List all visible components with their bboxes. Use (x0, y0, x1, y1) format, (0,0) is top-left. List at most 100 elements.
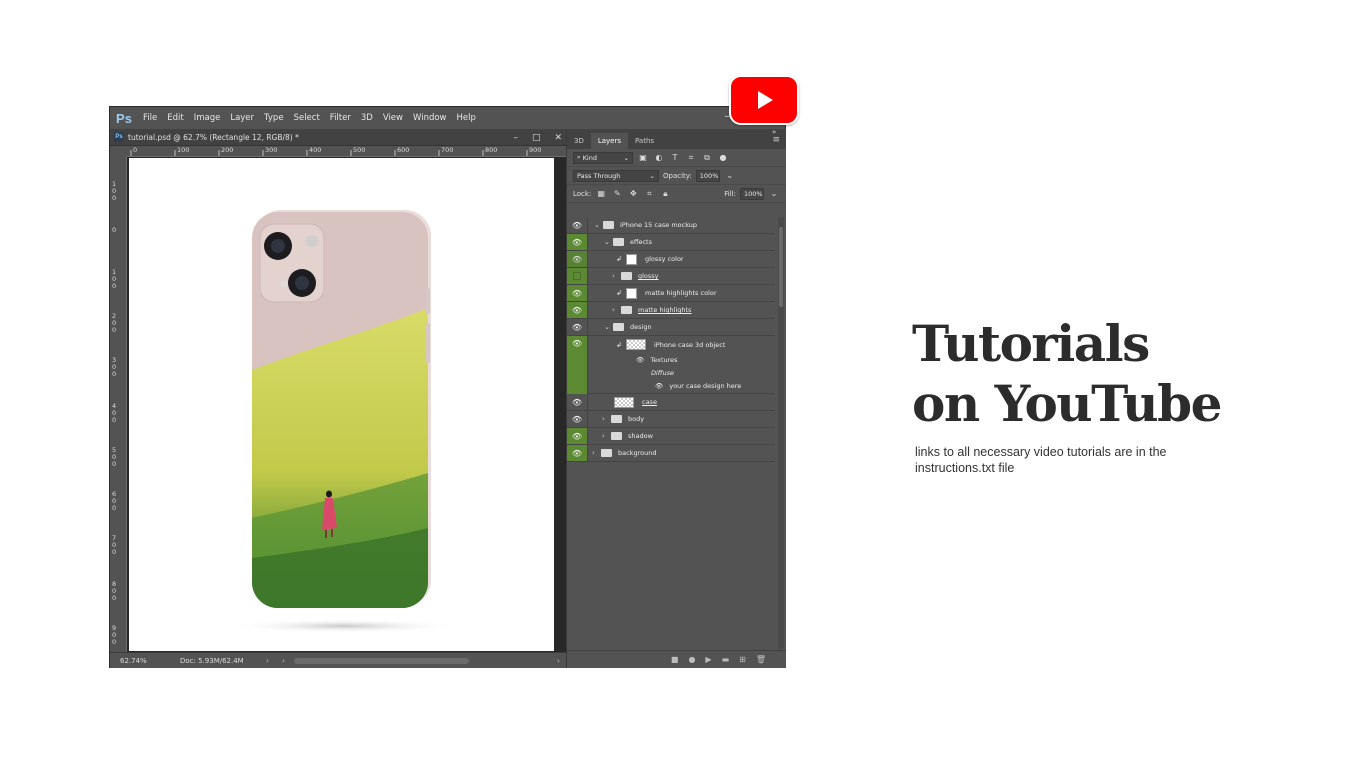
folder-icon (601, 449, 612, 457)
eye-icon[interactable]: 👁︎ (567, 302, 588, 318)
layer-row[interactable]: 👁︎ › matte highlights (567, 302, 775, 319)
layer-row[interactable]: 👁︎ ⌄ design (567, 319, 775, 336)
textures-row[interactable]: 👁︎ Textures (636, 356, 678, 364)
menu-edit[interactable]: Edit (162, 113, 188, 123)
eye-icon[interactable]: 👁︎ (567, 445, 588, 461)
menu-layer[interactable]: Layer (225, 113, 259, 123)
lock-all-icon[interactable]: 🔒︎ (659, 189, 671, 199)
lock-position-icon[interactable]: ✥ (627, 189, 639, 198)
scroll-thumb[interactable] (779, 227, 783, 307)
lock-pixels-icon[interactable]: ✎ (611, 189, 623, 198)
smart-object-filter-icon[interactable]: ⧉ (701, 153, 713, 163)
expand-panels-icon[interactable]: » (772, 128, 776, 136)
ruler-label: 100 (112, 268, 117, 290)
chevron-down-icon[interactable]: ⌄ (604, 238, 613, 246)
filter-kind-select[interactable]: ⌕ Kind ⌄ (573, 151, 633, 164)
eye-icon[interactable]: 👁︎ (567, 285, 588, 301)
chevron-right-icon[interactable]: › (602, 415, 611, 423)
fill-input[interactable]: 100% (740, 187, 764, 200)
menu-type[interactable]: Type (259, 113, 289, 123)
chevron-right-icon[interactable]: › (266, 657, 278, 665)
chevron-right-icon[interactable]: › (612, 272, 621, 280)
layer-name: your case design here (669, 382, 742, 390)
restore-icon[interactable]: □ (532, 133, 541, 143)
chevron-right-icon[interactable]: › (557, 657, 560, 665)
tab-paths[interactable]: Paths (628, 133, 661, 149)
menu-view[interactable]: View (378, 113, 408, 123)
filter-toggle-icon[interactable]: ● (717, 153, 729, 162)
chevron-right-icon[interactable]: › (612, 306, 621, 314)
new-layer-icon[interactable]: ⊞ (739, 655, 746, 664)
menu-select[interactable]: Select (289, 113, 325, 123)
minimize-icon[interactable]: – (513, 133, 518, 143)
layer-row[interactable]: 👁︎ ↲ glossy color (567, 251, 775, 268)
eye-icon[interactable]: 👁︎ (567, 234, 588, 250)
link-layers-icon[interactable]: ■ (671, 655, 679, 664)
document-title: tutorial.psd @ 62.7% (Rectangle 12, RGB/… (128, 132, 299, 142)
blend-mode-select[interactable]: Pass Through ⌄ (573, 169, 659, 182)
eye-icon[interactable]: 👁︎ (567, 217, 588, 233)
chevron-left-icon[interactable]: ‹ (282, 657, 292, 665)
chevron-down-icon[interactable]: ⌄ (604, 323, 613, 331)
eye-icon[interactable]: 👁︎ (567, 411, 588, 427)
document-tab[interactable]: Ps tutorial.psd @ 62.7% (Rectangle 12, R… (110, 129, 566, 146)
layer-row[interactable]: 👁︎ › body (567, 411, 775, 428)
layer-row[interactable]: ↲ iPhone case 3d object (567, 336, 775, 353)
ruler-ticks (130, 150, 528, 156)
ruler-label: 700 (441, 146, 454, 154)
menu-help[interactable]: Help (452, 113, 481, 123)
chevron-down-icon[interactable]: ⌄ (724, 171, 736, 180)
layer-row[interactable]: 👁︎ ⌄ effects (567, 234, 775, 251)
layer-row[interactable]: 👁︎ › background (567, 445, 775, 462)
shape-filter-icon[interactable]: ⌗ (685, 153, 697, 163)
ruler-label: 900 (112, 624, 117, 646)
chevron-down-icon[interactable]: ⌄ (768, 189, 780, 198)
panel-tabs: 3D Layers Paths ≡ (567, 129, 786, 149)
eye-icon[interactable]: 👁︎ (567, 251, 588, 267)
menu-image[interactable]: Image (189, 113, 226, 123)
adjustment-filter-icon[interactable]: ◐ (653, 153, 665, 162)
search-icon: ⌕ (577, 153, 581, 161)
menu-file[interactable]: File (138, 113, 162, 123)
chevron-right-icon[interactable]: › (602, 432, 611, 440)
promo-title-line2: on YouTube (912, 374, 1222, 433)
eye-icon[interactable]: 👁︎ (567, 428, 588, 444)
eye-icon[interactable] (567, 268, 588, 284)
zoom-level[interactable]: 62.74% (110, 657, 170, 665)
close-icon[interactable]: ✕ (554, 133, 562, 143)
opacity-input[interactable]: 100% (695, 169, 720, 182)
pixel-filter-icon[interactable]: ▣ (637, 153, 649, 162)
ruler-label: 200 (221, 146, 234, 154)
folder-icon (613, 238, 624, 246)
layer-row[interactable]: 👁︎ ⌄ iPhone 15 case mockup (567, 217, 775, 234)
layer-row[interactable]: 👁︎ › shadow (567, 428, 775, 445)
layer-style-icon[interactable]: ● (688, 655, 695, 664)
action-play-icon[interactable]: ▶ (705, 655, 711, 664)
layer-row[interactable]: 👁︎ case (567, 394, 775, 411)
menu-3d[interactable]: 3D (356, 113, 378, 123)
new-group-icon[interactable]: ▬ (722, 655, 730, 664)
document-canvas[interactable] (129, 158, 554, 651)
menu-window[interactable]: Window (408, 113, 452, 123)
layers-scrollbar[interactable] (778, 217, 784, 649)
trash-icon[interactable]: 🗑︎ (756, 655, 766, 664)
horizontal-scrollbar[interactable] (294, 657, 469, 664)
tab-layers[interactable]: Layers (590, 133, 629, 149)
eye-icon[interactable]: 👁︎ (567, 394, 588, 410)
design-texture-row[interactable]: 👁︎ your case design here (655, 382, 741, 390)
eye-icon[interactable]: 👁︎ (655, 382, 663, 390)
lock-transparency-icon[interactable]: ▦ (595, 189, 607, 198)
eye-icon[interactable]: 👁︎ (567, 319, 588, 335)
chevron-right-icon[interactable]: › (592, 449, 601, 457)
youtube-logo-icon[interactable] (729, 75, 799, 125)
lock-artboard-icon[interactable]: ⌗ (643, 189, 655, 199)
type-filter-icon[interactable]: T (669, 153, 681, 162)
folder-icon (621, 272, 632, 280)
chevron-down-icon[interactable]: ⌄ (594, 221, 603, 229)
tab-3d[interactable]: 3D (567, 133, 591, 149)
layer-row[interactable]: › glossy (567, 268, 775, 285)
layer-name: design (630, 323, 652, 331)
menu-filter[interactable]: Filter (325, 113, 356, 123)
eye-icon[interactable]: 👁︎ (636, 356, 644, 364)
layer-row[interactable]: 👁︎ ↲ matte highlights color (567, 285, 775, 302)
